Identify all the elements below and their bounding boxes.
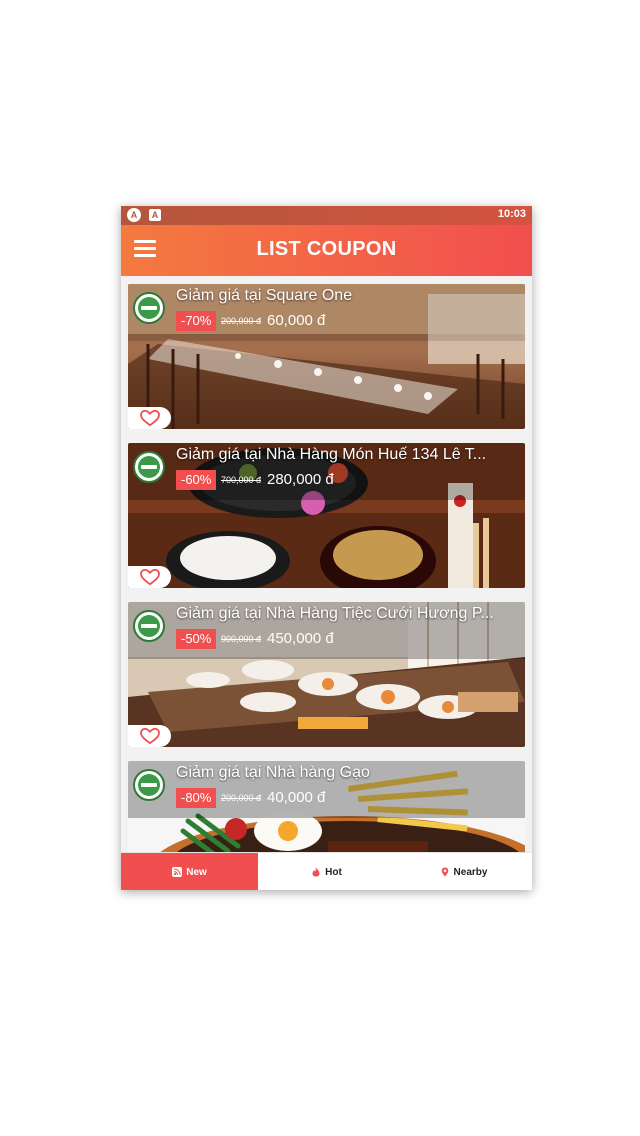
restaurant-logo	[133, 451, 165, 483]
new-price: 40,000 đ	[267, 789, 326, 806]
android-notification-icon: A	[127, 208, 141, 222]
phone-screen: A A 10:03 LIST COUPON Giảm giá tại Squar…	[121, 206, 532, 890]
tab-nearby[interactable]: Nearby	[395, 853, 532, 890]
tab-new[interactable]: New	[121, 853, 258, 890]
old-price: 700,000 đ	[221, 475, 262, 485]
bottom-tab-bar: New Hot Nearby	[121, 852, 532, 890]
new-price: 60,000 đ	[267, 312, 326, 329]
favorite-button[interactable]	[128, 566, 171, 588]
old-price: 200,000 đ	[221, 316, 262, 326]
heart-icon	[139, 727, 160, 745]
coupon-card[interactable]: Giảm giá tại Square One -70% 200,000 đ 6…	[128, 284, 525, 429]
coupon-card[interactable]: Giảm giá tại Nhà Hàng Món Huế 134 Lê T..…	[128, 443, 525, 588]
fire-icon	[312, 867, 320, 877]
status-time: 10:03	[497, 208, 526, 220]
location-pin-icon	[441, 867, 448, 877]
new-price: 280,000 đ	[267, 471, 334, 488]
new-price: 450,000 đ	[267, 630, 334, 647]
coupon-title: Giảm giá tại Square One	[176, 287, 353, 304]
app-notification-icon: A	[149, 209, 161, 221]
rss-icon	[172, 867, 183, 877]
page-title: LIST COUPON	[256, 238, 397, 260]
heart-icon	[139, 409, 160, 427]
tab-hot[interactable]: Hot	[258, 853, 395, 890]
discount-badge: -80%	[176, 788, 217, 808]
tab-label: Nearby	[453, 866, 488, 878]
tab-label: Hot	[325, 866, 342, 878]
heart-icon	[139, 568, 160, 586]
app-bar: LIST COUPON	[121, 225, 532, 276]
old-price: 900,000 đ	[221, 634, 262, 644]
old-price: 200,000 đ	[221, 793, 262, 803]
coupon-title: Giảm giá tại Nhà hàng Gạo	[176, 764, 370, 781]
restaurant-logo	[133, 769, 165, 801]
favorite-button[interactable]	[128, 407, 171, 429]
discount-badge: -60%	[176, 470, 217, 490]
coupon-title: Giảm giá tại Nhà Hàng Món Huế 134 Lê T..…	[176, 446, 487, 463]
coupon-card[interactable]: Giảm giá tại Nhà hàng Gạo -80% 200,000 đ…	[128, 761, 525, 852]
status-bar: A A 10:03	[121, 206, 532, 225]
tab-label: New	[186, 866, 207, 878]
restaurant-logo	[133, 292, 165, 324]
discount-badge: -50%	[176, 629, 217, 649]
favorite-button[interactable]	[128, 725, 171, 747]
coupon-list[interactable]: Giảm giá tại Square One -70% 200,000 đ 6…	[121, 276, 532, 852]
discount-badge: -70%	[176, 311, 217, 331]
coupon-title: Giảm giá tại Nhà Hàng Tiệc Cưới Hương P.…	[176, 605, 494, 622]
restaurant-logo	[133, 610, 165, 642]
coupon-card[interactable]: Giảm giá tại Nhà Hàng Tiệc Cưới Hương P.…	[128, 602, 525, 747]
